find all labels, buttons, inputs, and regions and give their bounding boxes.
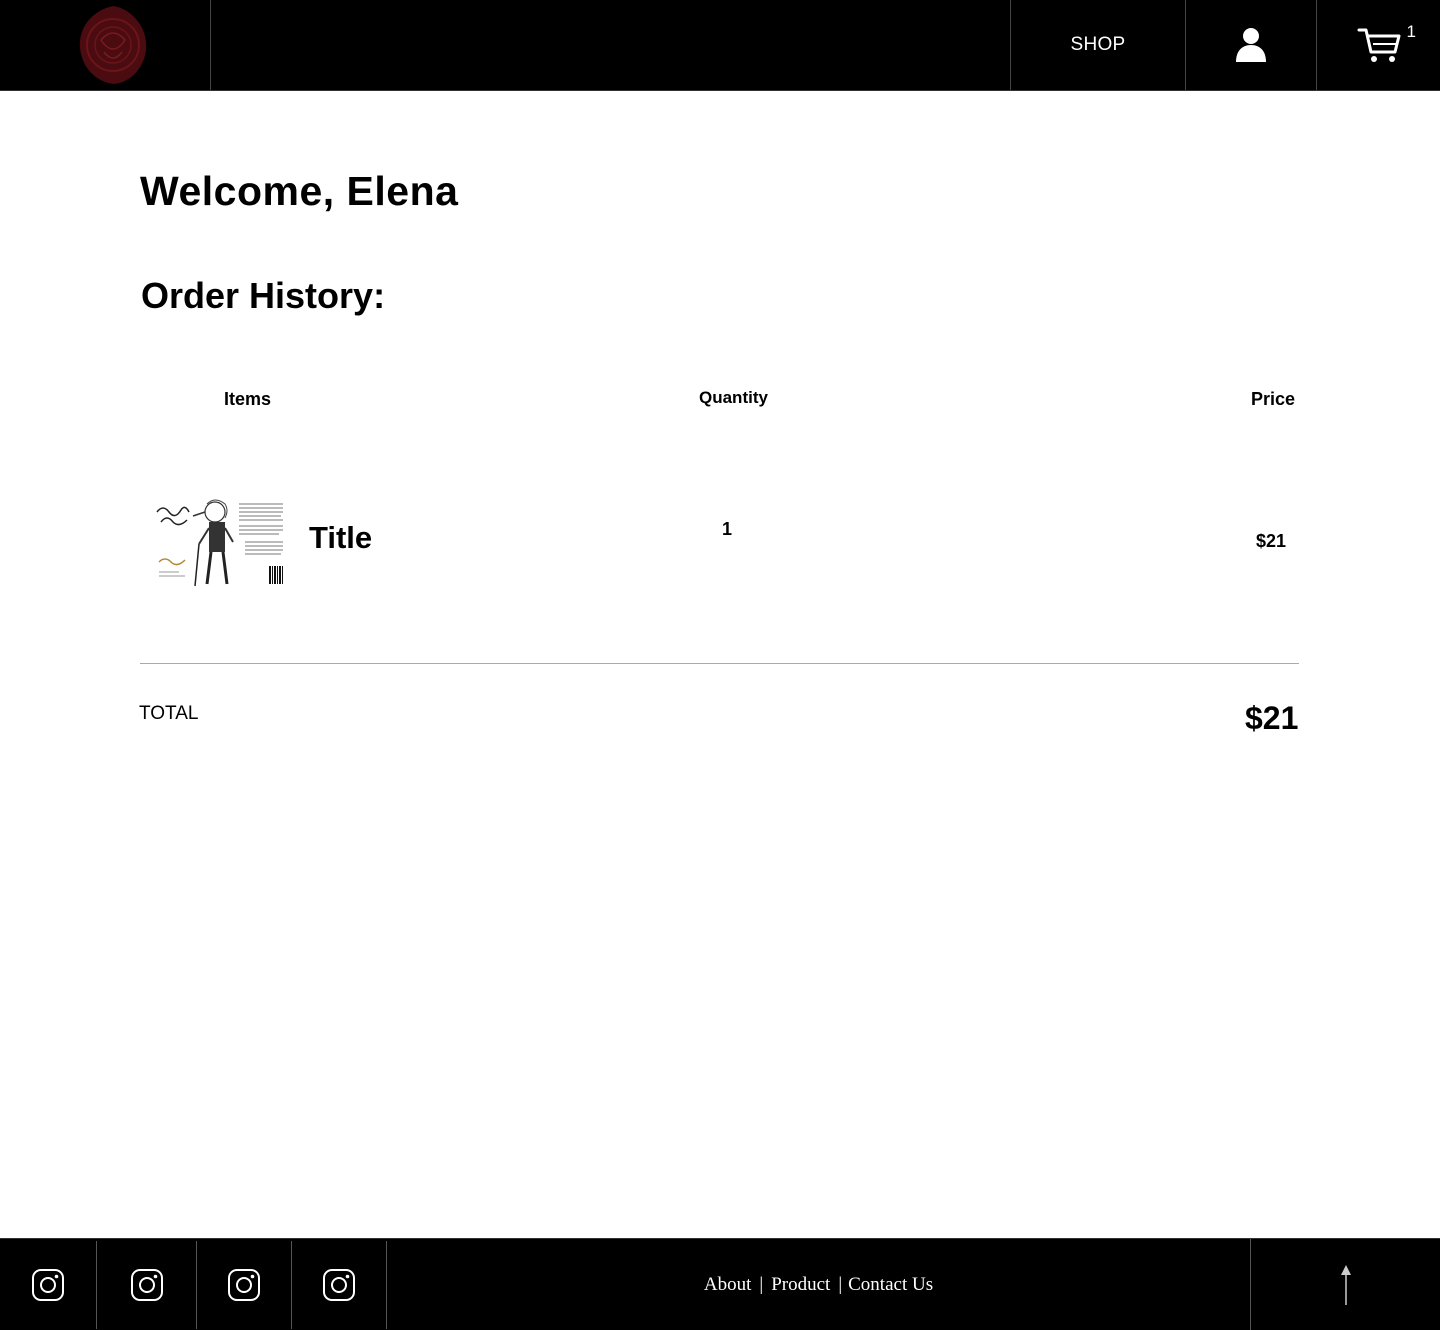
social-link-3[interactable]	[197, 1241, 292, 1329]
footer-separator: |	[838, 1274, 843, 1295]
logo-link[interactable]	[0, 0, 211, 90]
social-link-1[interactable]	[0, 1241, 97, 1329]
account-button[interactable]	[1186, 0, 1317, 90]
footer-link-about[interactable]: About	[704, 1274, 752, 1296]
order-history-heading: Order History:	[141, 275, 386, 316]
cart-button[interactable]: 1	[1317, 0, 1440, 90]
order-item-title[interactable]: Title	[309, 520, 372, 556]
column-header-items: Items	[224, 389, 272, 409]
user-icon	[1236, 28, 1266, 62]
social-link-2[interactable]	[97, 1241, 197, 1329]
back-to-top-button[interactable]	[1250, 1239, 1440, 1330]
cart-icon	[1357, 28, 1400, 62]
instagram-icon	[32, 1269, 64, 1301]
site-header: SHOP 1	[0, 0, 1440, 91]
column-header-quantity: Quantity	[699, 388, 768, 407]
order-item-price: $21	[1256, 531, 1287, 551]
instagram-icon	[228, 1269, 260, 1301]
footer-links: About | Product | Contact Us	[387, 1239, 1250, 1330]
site-footer: About | Product | Contact Us	[0, 1238, 1440, 1330]
column-header-price: Price	[1251, 389, 1296, 409]
footer-link-product[interactable]: Product	[771, 1274, 830, 1296]
divider	[140, 663, 1299, 664]
arrow-up-icon	[1340, 1265, 1351, 1305]
nav-shop-link[interactable]: SHOP	[1010, 0, 1186, 90]
welcome-heading: Welcome, Elena	[140, 168, 459, 214]
total-label: TOTAL	[139, 703, 199, 724]
footer-separator: |	[759, 1274, 764, 1295]
instagram-icon	[323, 1269, 355, 1301]
instagram-icon	[130, 1269, 163, 1301]
social-link-4[interactable]	[292, 1241, 387, 1329]
wine-label-thumbnail-icon[interactable]	[155, 498, 286, 589]
order-item-quantity: 1	[722, 519, 733, 539]
header-spacer	[211, 0, 1011, 90]
total-value: $21	[1245, 700, 1299, 736]
footer-link-contact[interactable]: Contact Us	[848, 1274, 933, 1296]
cart-count-badge: 1	[1406, 22, 1416, 41]
wine-seal-logo-icon	[79, 6, 147, 84]
